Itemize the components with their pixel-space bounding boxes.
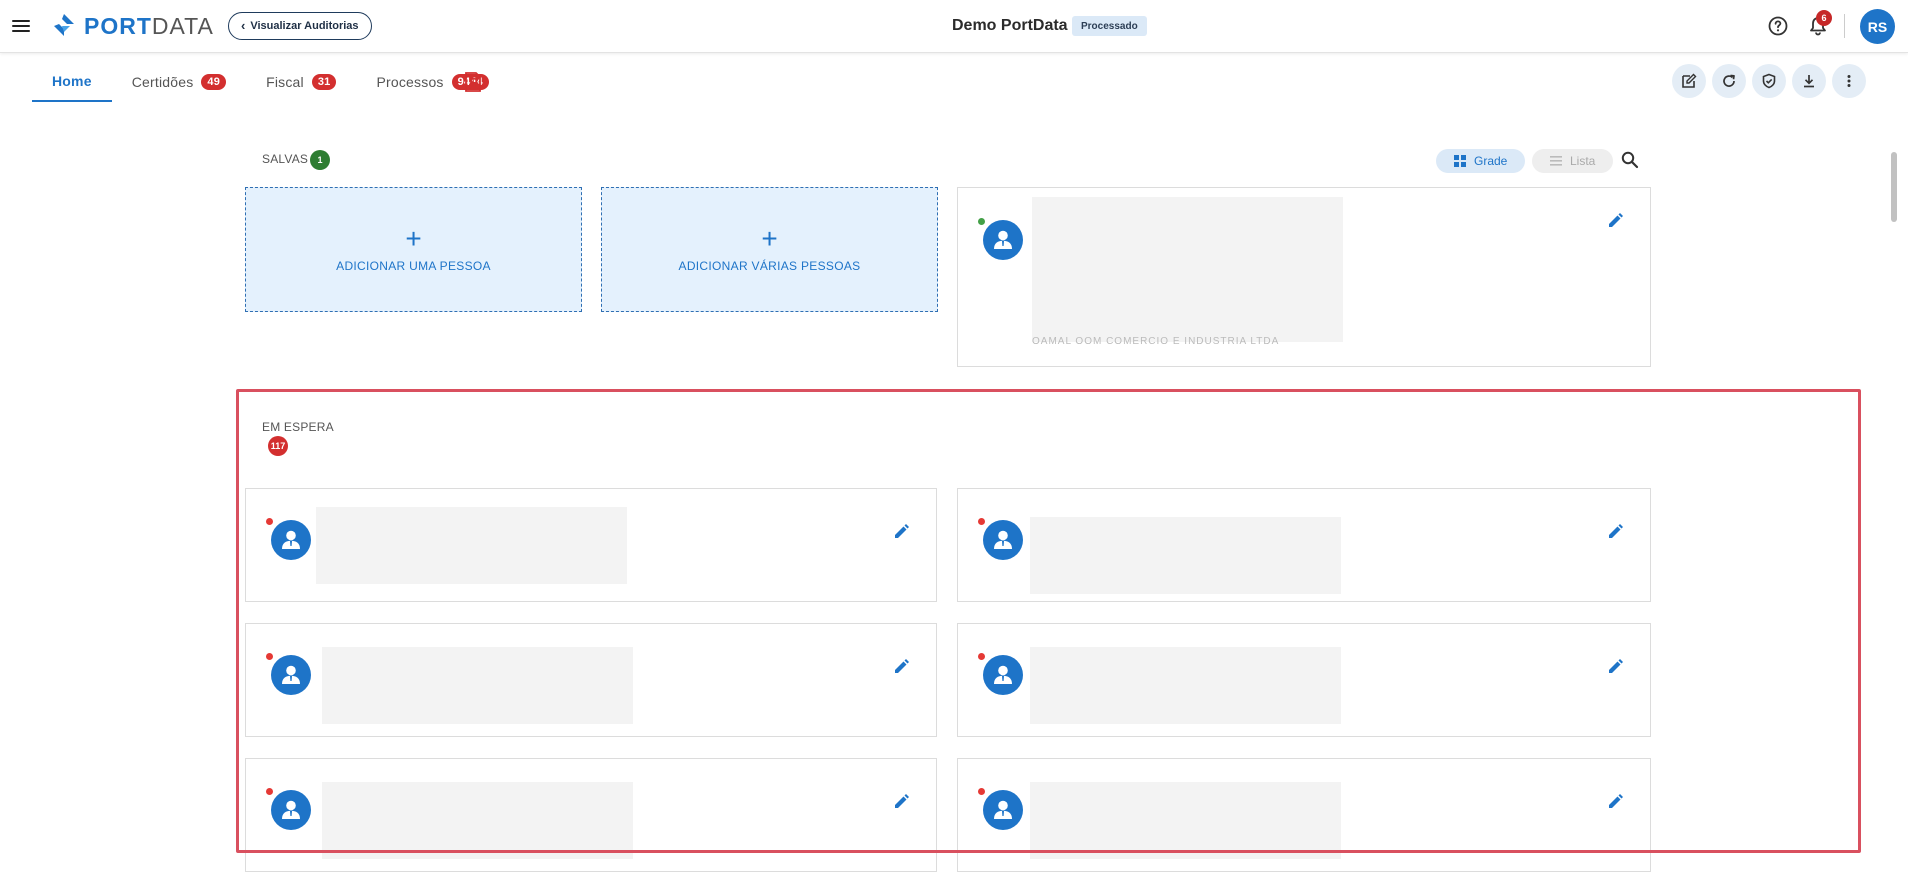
chevron-left-icon: ‹ xyxy=(241,18,246,33)
status-dot xyxy=(978,218,985,225)
top-bar: PORTDATA ‹ Visualizar Auditorias Demo Po… xyxy=(0,0,1908,53)
status-dot xyxy=(978,788,985,795)
download-icon xyxy=(1804,75,1814,88)
more-options-button[interactable] xyxy=(1832,64,1866,98)
page-title: Demo PortData xyxy=(952,17,1068,34)
tab-fiscal-label: Fiscal xyxy=(266,74,304,90)
main-tabs: Home Certidões 49 Fiscal 31 Processos 94… xyxy=(32,62,509,102)
hamburger-menu-icon[interactable] xyxy=(12,17,30,35)
tab-certidoes-label: Certidões xyxy=(131,74,194,90)
scrollbar-thumb[interactable] xyxy=(1891,152,1897,222)
redacted-person-info xyxy=(1032,197,1343,342)
edit-note-button[interactable] xyxy=(1672,64,1706,98)
tab-home[interactable]: Home xyxy=(32,62,112,102)
portdata-logo-mark xyxy=(54,14,74,36)
pencil-edit-icon[interactable] xyxy=(1606,212,1624,230)
redacted-person-info xyxy=(1030,647,1341,724)
pencil-edit-icon[interactable] xyxy=(892,658,910,676)
status-dot xyxy=(978,653,985,660)
plus-icon: + xyxy=(761,222,778,254)
person-avatar-icon xyxy=(983,220,1023,260)
grid-icon xyxy=(1454,155,1466,167)
grid-view-toggle[interactable]: Grade xyxy=(1436,149,1526,173)
redacted-person-info xyxy=(1030,782,1341,859)
redacted-company-name: OAMAL OOM COMERCIO E INDUSTRIA LTDA xyxy=(1032,336,1280,347)
person-avatar-icon xyxy=(271,655,311,695)
add-many-people-card[interactable]: + ADICIONAR VÁRIAS PESSOAS xyxy=(601,187,938,312)
pencil-edit-icon[interactable] xyxy=(1606,658,1624,676)
list-view-label: Lista xyxy=(1570,154,1596,168)
pencil-edit-icon[interactable] xyxy=(892,793,910,811)
list-view-toggle[interactable]: Lista xyxy=(1532,149,1614,173)
status-dot xyxy=(266,653,273,660)
tab-processos[interactable]: Processos 9444 xyxy=(356,62,508,102)
waiting-person-card[interactable] xyxy=(957,623,1651,737)
tab-certidoes-badge: 49 xyxy=(201,74,227,90)
portdata-logo[interactable]: PORTDATA xyxy=(50,12,214,40)
redacted-person-info xyxy=(316,507,627,584)
document-lock-icon[interactable] xyxy=(463,71,483,93)
pencil-edit-icon[interactable] xyxy=(1606,523,1624,541)
saved-section-label: SALVAS xyxy=(262,152,309,166)
status-dot xyxy=(266,788,273,795)
view-audits-label: Visualizar Auditorias xyxy=(250,20,359,32)
tab-processos-label: Processos xyxy=(376,74,444,90)
more-vertical-icon xyxy=(1847,75,1851,87)
add-one-person-card[interactable]: + ADICIONAR UMA PESSOA xyxy=(245,187,582,312)
tab-certidoes[interactable]: Certidões 49 xyxy=(112,62,246,102)
plus-icon: + xyxy=(405,222,422,254)
waiting-person-card[interactable] xyxy=(245,488,937,602)
person-avatar-icon xyxy=(271,790,311,830)
list-icon xyxy=(1550,156,1562,166)
waiting-section-label: EM ESPERA xyxy=(262,420,334,434)
status-badge: Processado xyxy=(1072,16,1147,36)
download-button[interactable] xyxy=(1792,64,1826,98)
waiting-count-badge: 117 xyxy=(268,436,288,456)
redacted-person-info xyxy=(322,647,633,724)
topbar-divider xyxy=(1844,14,1845,38)
notifications-count-badge: 6 xyxy=(1816,10,1832,26)
add-many-people-label: ADICIONAR VÁRIAS PESSOAS xyxy=(678,258,861,273)
user-avatar[interactable]: RS xyxy=(1860,9,1895,44)
waiting-person-card[interactable] xyxy=(957,488,1651,602)
waiting-person-card[interactable] xyxy=(245,623,937,737)
view-audits-button[interactable]: ‹ Visualizar Auditorias xyxy=(228,12,372,40)
person-avatar-icon xyxy=(271,520,311,560)
status-dot xyxy=(978,518,985,525)
waiting-person-card[interactable] xyxy=(957,758,1651,872)
security-shield-button[interactable] xyxy=(1752,64,1786,98)
redacted-person-info xyxy=(322,782,633,859)
grid-view-label: Grade xyxy=(1474,154,1508,168)
tab-fiscal-badge: 31 xyxy=(311,74,337,90)
tab-home-label: Home xyxy=(52,73,92,89)
person-avatar-icon xyxy=(983,655,1023,695)
person-avatar-icon xyxy=(983,790,1023,830)
add-one-person-label: ADICIONAR UMA PESSOA xyxy=(336,258,491,273)
pencil-edit-icon[interactable] xyxy=(892,523,910,541)
saved-person-card[interactable]: OAMAL OOM COMERCIO E INDUSTRIA LTDA xyxy=(957,187,1651,367)
saved-count-badge: 1 xyxy=(310,150,330,170)
edit-note-icon xyxy=(1682,73,1697,88)
refresh-button[interactable] xyxy=(1712,64,1746,98)
search-icon[interactable] xyxy=(1620,150,1640,170)
help-icon[interactable] xyxy=(1766,14,1790,38)
status-dot xyxy=(266,518,273,525)
pencil-edit-icon[interactable] xyxy=(1606,793,1624,811)
tab-fiscal[interactable]: Fiscal 31 xyxy=(246,62,356,102)
redacted-person-info xyxy=(1030,517,1341,594)
refresh-icon xyxy=(1723,74,1735,87)
person-avatar-icon xyxy=(983,520,1023,560)
shield-check-icon xyxy=(1762,73,1776,89)
logo-text: PORTDATA xyxy=(84,12,214,39)
waiting-person-card[interactable] xyxy=(245,758,937,872)
